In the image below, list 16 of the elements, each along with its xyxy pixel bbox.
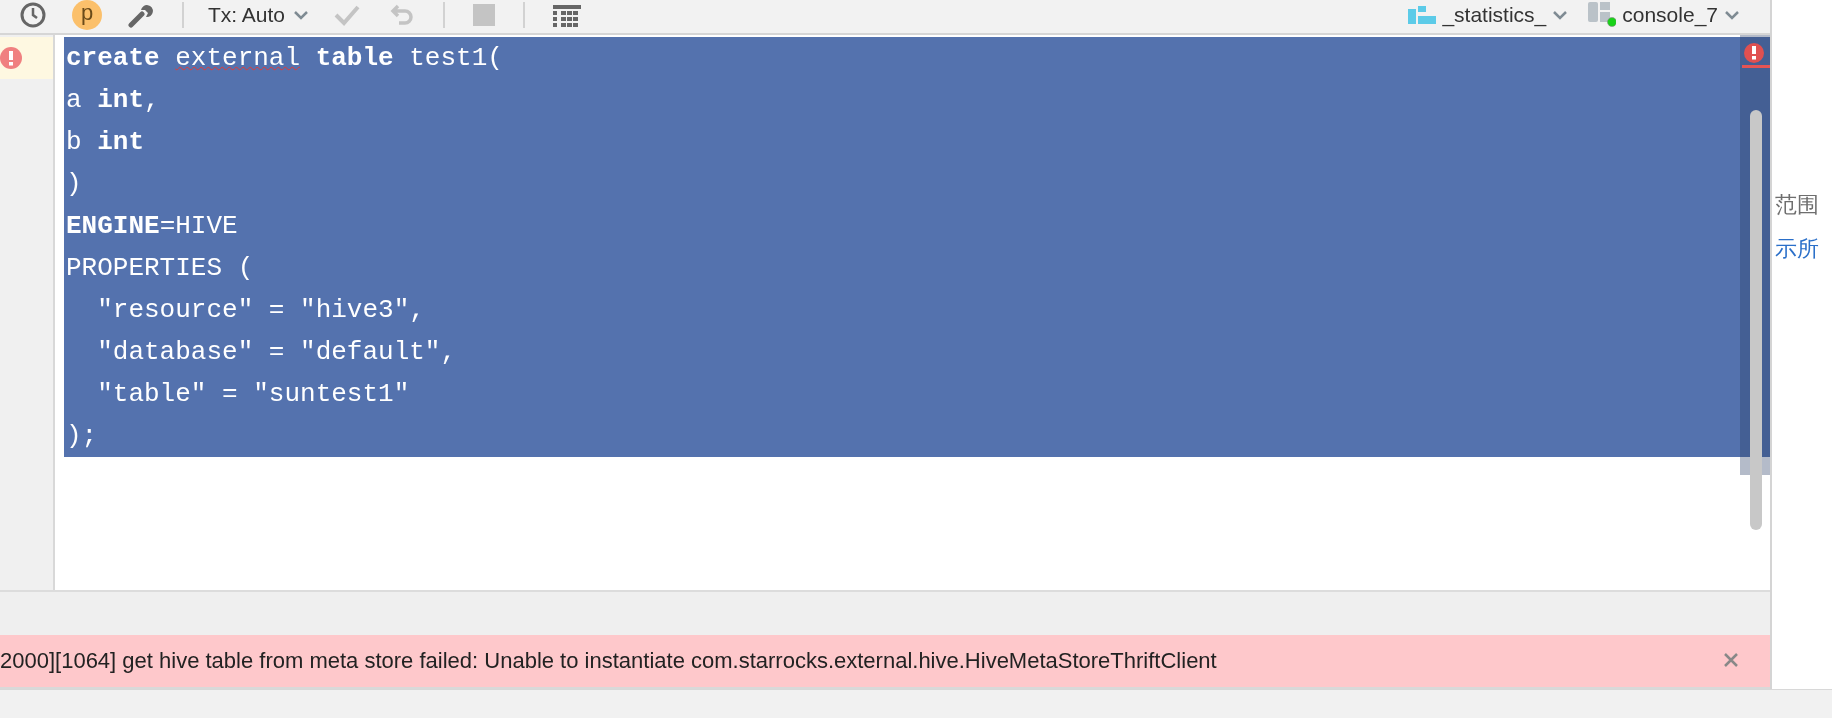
table-icon[interactable] bbox=[553, 2, 582, 27]
user-avatar[interactable]: p bbox=[72, 0, 102, 30]
side-link[interactable]: 示所 bbox=[1772, 234, 1832, 264]
console-selector[interactable]: console_7 bbox=[1578, 1, 1750, 28]
schema-icon bbox=[1408, 5, 1437, 24]
history-icon[interactable] bbox=[20, 1, 46, 28]
side-text: 范围 bbox=[1774, 191, 1820, 219]
transaction-mode-dropdown[interactable]: Tx: Auto bbox=[198, 2, 320, 27]
chevron-icon bbox=[1724, 9, 1740, 20]
error-stripe-icon[interactable] bbox=[1744, 43, 1764, 63]
error-message: 2000][1064] get hive table from meta store failed: Unable to instantiate com.starrocks.external.hive.HiveMetaStoreThriftClient bbox=[0, 648, 1218, 674]
chevron-icon bbox=[1552, 9, 1569, 20]
console-icon bbox=[1588, 1, 1617, 28]
scrollbar-thumb[interactable] bbox=[1750, 110, 1762, 530]
schema-selector[interactable]: _statistics_ bbox=[1398, 2, 1579, 27]
chevron-icon bbox=[293, 9, 310, 20]
